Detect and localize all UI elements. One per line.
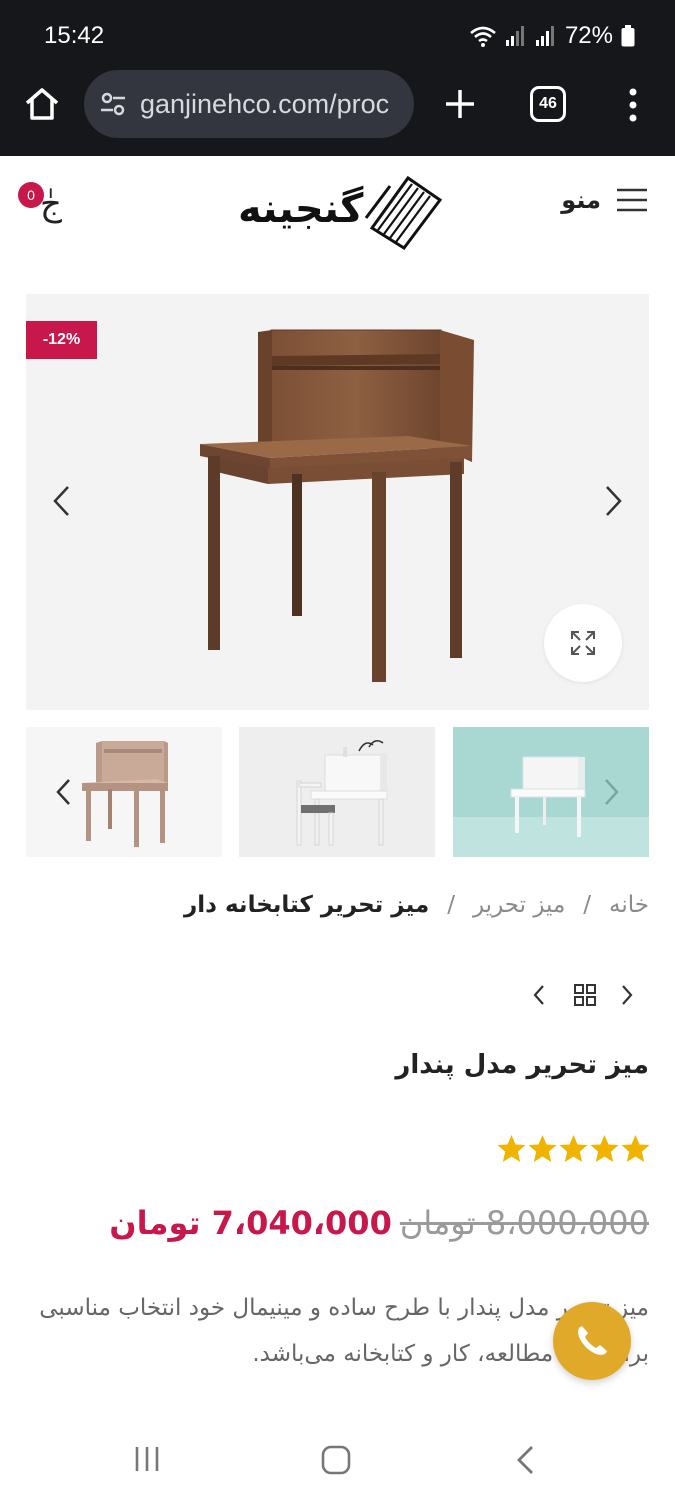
cart-button[interactable]: جٰ 0 bbox=[18, 182, 78, 232]
breadcrumb-current[interactable]: میز تحریر کتابخانه دار bbox=[184, 892, 429, 918]
status-icons: 72% bbox=[469, 22, 635, 50]
fullscreen-button[interactable] bbox=[544, 604, 622, 682]
product-title: میز تحریر مدل پندار bbox=[395, 1050, 649, 1080]
star-icon bbox=[621, 1135, 650, 1162]
battery-icon bbox=[621, 25, 635, 47]
signal-icon-2 bbox=[535, 26, 554, 46]
back-nav-icon[interactable] bbox=[512, 1444, 538, 1476]
site-header: جٰ 0 گنجینه منو bbox=[0, 156, 675, 266]
star-icon bbox=[497, 1135, 526, 1162]
product-gallery[interactable]: -12% bbox=[26, 294, 649, 710]
breadcrumb-home[interactable]: خانه bbox=[609, 892, 649, 918]
thumbnail-3[interactable] bbox=[453, 727, 649, 857]
original-price: 8،000،000 تومان bbox=[399, 1204, 649, 1242]
thumbnail-strip bbox=[26, 727, 649, 857]
product-image-desk bbox=[200, 329, 474, 682]
tab-switcher-button[interactable]: 46 bbox=[530, 86, 566, 122]
wifi-icon bbox=[470, 26, 496, 47]
sale-price: 7،040،000 تومان bbox=[109, 1204, 392, 1242]
recent-apps-icon[interactable] bbox=[132, 1444, 162, 1474]
more-options-icon[interactable] bbox=[626, 86, 640, 126]
discount-badge: -12% bbox=[26, 321, 97, 359]
chevron-right-icon[interactable] bbox=[601, 484, 625, 518]
menu-button[interactable]: منو bbox=[561, 186, 649, 214]
new-tab-icon[interactable] bbox=[440, 84, 480, 124]
system-navigation-bar bbox=[0, 1410, 675, 1500]
home-nav-icon[interactable] bbox=[320, 1444, 352, 1476]
expand-icon bbox=[571, 631, 595, 655]
breadcrumb-separator: / bbox=[583, 892, 592, 918]
price-block: 8،000،000 تومان 7،040،000 تومان bbox=[109, 1204, 649, 1242]
thumbnail-2[interactable] bbox=[239, 727, 435, 857]
star-rating bbox=[496, 1132, 651, 1166]
chevron-right-icon[interactable] bbox=[603, 777, 621, 807]
url-bar[interactable]: ganjinehco.com/proc bbox=[84, 70, 414, 138]
breadcrumb-category[interactable]: میز تحریر bbox=[473, 892, 565, 918]
svg-text:گنجینه: گنجینه bbox=[238, 185, 364, 232]
site-logo[interactable]: گنجینه bbox=[234, 170, 446, 251]
browser-chrome: 15:42 72% ganjinehco.com/proc 46 bbox=[0, 0, 675, 156]
signal-icon bbox=[505, 26, 524, 46]
breadcrumb-separator: / bbox=[447, 892, 455, 918]
status-time: 15:42 bbox=[44, 22, 105, 49]
chevron-left-icon[interactable] bbox=[54, 777, 72, 807]
star-icon bbox=[528, 1135, 557, 1162]
product-navigation bbox=[530, 980, 640, 1014]
cart-count-badge: 0 bbox=[18, 182, 44, 208]
thumbnail-image-white-desk-chair bbox=[296, 740, 388, 846]
thumbnail-1[interactable] bbox=[26, 727, 222, 857]
site-settings-icon[interactable] bbox=[98, 89, 128, 119]
grid-icon[interactable] bbox=[572, 980, 598, 1010]
hamburger-icon bbox=[617, 188, 647, 212]
phone-icon bbox=[578, 1326, 607, 1355]
url-text[interactable]: ganjinehco.com/proc bbox=[140, 89, 389, 120]
battery-percent: 72% bbox=[564, 22, 613, 49]
menu-label: منو bbox=[561, 186, 601, 214]
breadcrumb: خانه / میز تحریر / میز تحریر کتابخانه دا… bbox=[184, 892, 649, 918]
call-button[interactable] bbox=[553, 1302, 631, 1380]
star-icon bbox=[590, 1135, 619, 1162]
star-icon bbox=[559, 1135, 588, 1162]
home-icon[interactable] bbox=[22, 84, 62, 124]
previous-product-icon[interactable] bbox=[530, 980, 548, 1010]
logo-book-icon: گنجینه bbox=[238, 175, 443, 251]
chevron-left-icon[interactable] bbox=[50, 484, 74, 518]
next-product-icon[interactable] bbox=[618, 980, 636, 1010]
